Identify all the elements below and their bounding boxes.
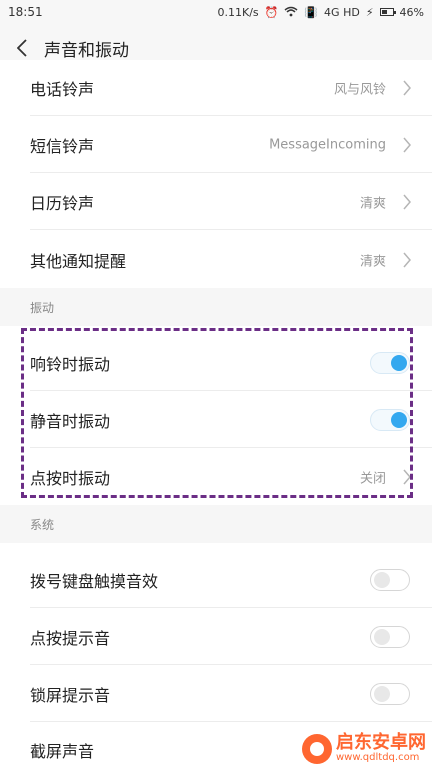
silent-vibrate-label: 静音时振动 bbox=[30, 411, 111, 431]
status-time: 18:51 bbox=[8, 5, 43, 19]
chevron-right-icon bbox=[403, 194, 411, 209]
chevron-right-icon bbox=[403, 469, 411, 484]
tap-vibrate-label: 点按时振动 bbox=[30, 468, 111, 488]
other-notification-value: 清爽 bbox=[359, 254, 386, 269]
lockscreen-sound-toggle[interactable] bbox=[370, 682, 410, 705]
silent-vibrate-toggle[interactable] bbox=[370, 408, 410, 431]
toggle-knob bbox=[374, 571, 390, 588]
watermark-name: 启东安卓网 bbox=[336, 732, 426, 753]
charging-icon: ⚡ bbox=[365, 5, 374, 19]
toggle-knob bbox=[374, 628, 390, 645]
sms-ringtone-row[interactable]: 短信铃声 MessageIncoming bbox=[0, 116, 432, 173]
tap-vibrate-value: 关闭 bbox=[359, 471, 386, 486]
battery-fill bbox=[381, 10, 387, 14]
network-type: 4G HD bbox=[324, 5, 360, 19]
back-arrow-icon bbox=[17, 39, 27, 57]
calendar-ringtone-value: 清爽 bbox=[359, 196, 386, 211]
net-speed: 0.11K/s bbox=[217, 5, 259, 19]
wifi-icon bbox=[284, 6, 298, 19]
chevron-right-icon bbox=[403, 137, 411, 152]
tap-sound-row[interactable]: 点按提示音 bbox=[0, 608, 432, 665]
status-icons: 0.11K/s ⏰ 📳 4G HD ⚡ 46% bbox=[217, 6, 424, 19]
mute-icon: 📳 bbox=[304, 5, 319, 19]
toggle-knob bbox=[391, 411, 407, 428]
battery-icon bbox=[379, 8, 396, 16]
status-bar: 18:51 0.11K/s ⏰ 📳 4G HD ⚡ 46% bbox=[0, 0, 432, 24]
other-notification-label: 其他通知提醒 bbox=[30, 251, 127, 271]
phone-ringtone-label: 电话铃声 bbox=[30, 80, 95, 99]
tap-sound-label: 点按提示音 bbox=[30, 628, 111, 648]
lockscreen-sound-label: 锁屏提示音 bbox=[30, 685, 111, 705]
phone-ringtone-row[interactable]: 电话铃声 风与风铃 bbox=[0, 60, 432, 116]
divider bbox=[30, 229, 432, 230]
watermark-logo-icon bbox=[302, 734, 332, 764]
alarm-icon: ⏰ bbox=[264, 5, 279, 19]
watermark-text: 启东安卓网 www.qdltdq.com bbox=[336, 734, 426, 764]
toggle-knob bbox=[374, 685, 390, 702]
sms-ringtone-label: 短信铃声 bbox=[30, 136, 95, 156]
system-section-header: 系统 bbox=[0, 505, 432, 543]
battery-percent: 46% bbox=[399, 5, 424, 19]
calendar-ringtone-row[interactable]: 日历铃声 清爽 bbox=[0, 173, 432, 230]
chevron-right-icon bbox=[403, 80, 411, 96]
chevron-right-icon bbox=[403, 252, 411, 267]
page-title: 声音和振动 bbox=[44, 40, 129, 61]
tap-vibrate-row[interactable]: 点按时振动 关闭 bbox=[0, 448, 432, 505]
watermark: 启东安卓网 www.qdltdq.com bbox=[302, 734, 426, 764]
watermark-url: www.qdltdq.com bbox=[336, 752, 420, 763]
tap-sound-toggle[interactable] bbox=[370, 625, 410, 648]
other-notification-row[interactable]: 其他通知提醒 清爽 bbox=[0, 231, 432, 288]
ring-vibrate-toggle[interactable] bbox=[370, 351, 410, 374]
system-heading: 系统 bbox=[30, 518, 55, 532]
dialpad-sound-label: 拨号键盘触摸音效 bbox=[30, 571, 159, 591]
dialpad-sound-toggle[interactable] bbox=[370, 568, 410, 591]
toggle-knob bbox=[391, 354, 407, 371]
ring-vibrate-label: 响铃时振动 bbox=[30, 354, 111, 374]
lockscreen-sound-row[interactable]: 锁屏提示音 bbox=[0, 665, 432, 722]
screenshot-sound-label: 截屏声音 bbox=[30, 742, 95, 761]
silent-vibrate-row[interactable]: 静音时振动 bbox=[0, 391, 432, 448]
vibration-heading: 振动 bbox=[30, 301, 55, 315]
vibration-section-header: 振动 bbox=[0, 288, 432, 326]
sms-ringtone-value: MessageIncoming bbox=[269, 137, 386, 152]
ring-vibrate-row[interactable]: 响铃时振动 bbox=[0, 334, 432, 391]
dialpad-sound-row[interactable]: 拨号键盘触摸音效 bbox=[0, 551, 432, 608]
phone-ringtone-value: 风与风铃 bbox=[333, 82, 386, 98]
calendar-ringtone-label: 日历铃声 bbox=[30, 193, 95, 213]
